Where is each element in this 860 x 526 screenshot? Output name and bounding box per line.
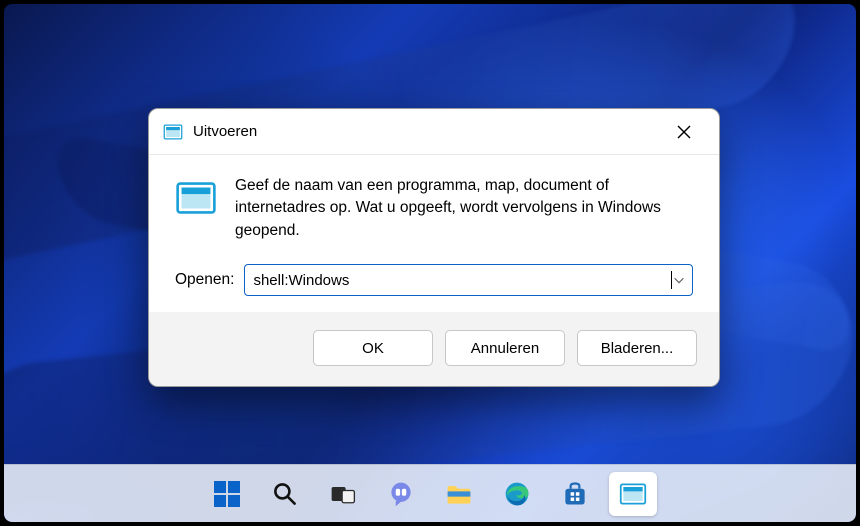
chevron-down-icon bbox=[672, 273, 686, 287]
windows-logo-icon bbox=[214, 481, 240, 507]
chat-icon bbox=[387, 480, 415, 508]
run-icon bbox=[619, 480, 647, 508]
open-combobox[interactable] bbox=[244, 264, 693, 296]
run-dialog: Uitvoeren Geef de naam van een pro bbox=[148, 108, 720, 387]
titlebar[interactable]: Uitvoeren bbox=[149, 109, 719, 155]
ok-button[interactable]: OK bbox=[313, 330, 433, 366]
dialog-title: Uitvoeren bbox=[193, 123, 257, 140]
close-icon bbox=[676, 124, 692, 140]
taskbar-search[interactable] bbox=[261, 472, 309, 516]
taskbar bbox=[4, 464, 856, 522]
desktop-wallpaper: Uitvoeren Geef de naam van een pro bbox=[4, 4, 856, 522]
taskbar-file-explorer[interactable] bbox=[435, 472, 483, 516]
edge-icon bbox=[503, 480, 531, 508]
taskbar-chat[interactable] bbox=[377, 472, 425, 516]
browse-button[interactable]: Bladeren... bbox=[577, 330, 697, 366]
run-icon bbox=[163, 122, 183, 142]
folder-icon bbox=[445, 480, 473, 508]
taskbar-start[interactable] bbox=[203, 472, 251, 516]
dialog-button-row: OK Annuleren Bladeren... bbox=[149, 312, 719, 386]
run-icon-large bbox=[175, 177, 217, 219]
dialog-body: Geef de naam van een programma, map, doc… bbox=[149, 155, 719, 312]
task-view-icon bbox=[329, 480, 357, 508]
taskbar-task-view[interactable] bbox=[319, 472, 367, 516]
open-input[interactable] bbox=[253, 272, 672, 289]
taskbar-run[interactable] bbox=[609, 472, 657, 516]
dialog-description: Geef de naam van een programma, map, doc… bbox=[235, 175, 693, 242]
close-button[interactable] bbox=[661, 109, 707, 155]
search-icon bbox=[271, 480, 299, 508]
taskbar-store[interactable] bbox=[551, 472, 599, 516]
taskbar-edge[interactable] bbox=[493, 472, 541, 516]
open-label: Openen: bbox=[175, 271, 234, 289]
cancel-button[interactable]: Annuleren bbox=[445, 330, 565, 366]
store-icon bbox=[561, 480, 589, 508]
